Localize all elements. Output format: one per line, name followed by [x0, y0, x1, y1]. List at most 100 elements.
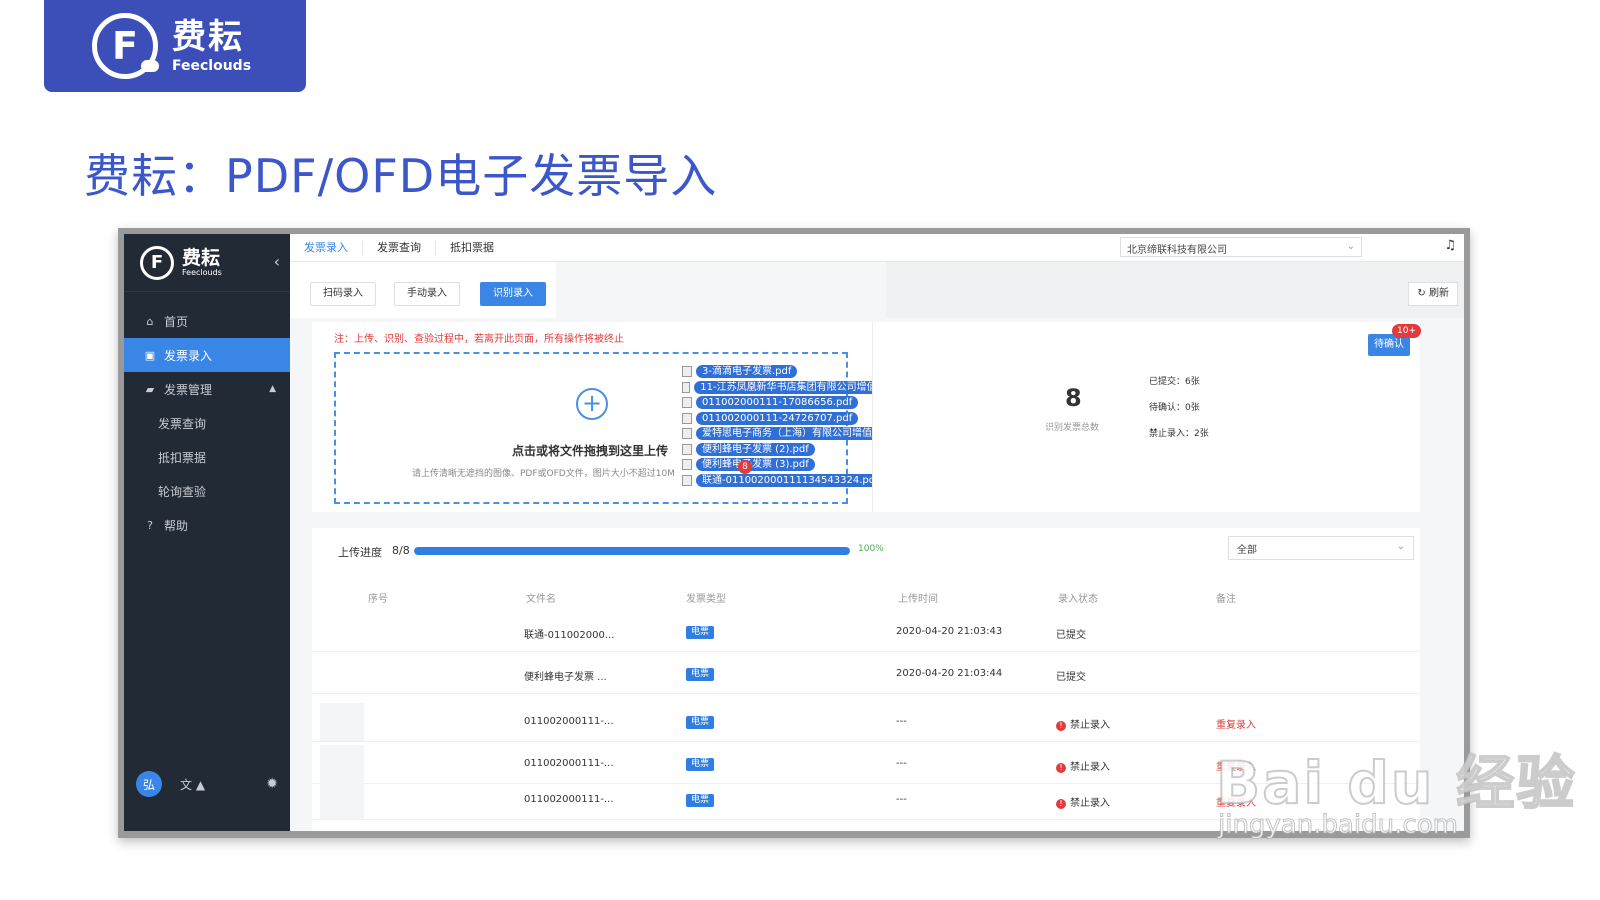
note-cell: 重复录入	[1216, 798, 1256, 809]
file-icon	[682, 474, 692, 486]
dropzone-hint: 请上传清晰无遮挡的图像、PDF或OFD文件，图片大小不超过10M	[412, 469, 675, 479]
file-icon	[682, 459, 692, 471]
sidebar-item-label: 轮询查验	[158, 484, 207, 499]
chevron-down-icon: ⌄	[1396, 541, 1405, 552]
plus-circle-icon: +	[576, 388, 608, 420]
language-switch[interactable]: 文 ▲	[180, 776, 205, 793]
briefcase-icon: ▣	[144, 348, 156, 362]
progress-percent: 100%	[858, 544, 884, 554]
dragged-file-name: 011002000111-17086656.pdf	[696, 396, 859, 410]
sidebar-item-deduction[interactable]: 抵扣票据	[124, 440, 290, 474]
file-name-cell: 011002000111-...	[524, 758, 614, 769]
forbidden-count: 禁止录入：2张	[1149, 429, 1209, 439]
row-index-cell	[320, 781, 364, 819]
table-row[interactable]: 011002000111-... 电票 ---! 禁止录入 重复录入	[312, 702, 1420, 742]
gear-icon[interactable]: ✹	[266, 776, 278, 792]
dropzone-title: 点击或将文件拖拽到这里上传	[512, 444, 669, 458]
submitted-count: 已提交：6张	[1149, 377, 1200, 387]
sidebar-item-label: 首页	[164, 314, 189, 329]
upload-time-cell: ---	[896, 794, 907, 805]
bell-icon[interactable]: ♫	[1444, 238, 1456, 253]
error-icon: !	[1056, 721, 1066, 731]
invoice-type-tag: 电票	[686, 758, 715, 771]
feeclouds-logo-badge: F 费耘 Feeclouds	[44, 0, 306, 92]
file-name-cell: 011002000111-...	[524, 716, 614, 727]
recognize-entry-button[interactable]: 识别录入	[480, 282, 546, 306]
entry-status-cell: 已提交	[1056, 672, 1086, 683]
toolbar-right: ↻ 刷新	[886, 262, 1464, 318]
sidebar: F 费耘 Feeclouds ‹ ⌂ 首页 ▣ 发票录入 ▰ 发票管理 ▲ 发票…	[124, 234, 290, 831]
tab-invoice-query[interactable]: 发票查询	[363, 240, 436, 255]
app-screenshot: F 费耘 Feeclouds ‹ ⌂ 首页 ▣ 发票录入 ▰ 发票管理 ▲ 发票…	[118, 228, 1470, 838]
sidebar-item-invoice-entry[interactable]: ▣ 发票录入	[124, 338, 290, 372]
upload-notice: 注：上传、识别、查验过程中，若离开此页面，所有操作将被终止	[334, 334, 624, 345]
row-index-cell	[320, 703, 364, 741]
invoice-type-tag: 电票	[686, 668, 715, 681]
file-icon	[682, 397, 692, 409]
column-header: 备注	[1216, 594, 1236, 605]
file-icon	[682, 381, 691, 393]
refresh-button[interactable]: ↻ 刷新	[1408, 282, 1458, 306]
upload-time-cell: ---	[896, 758, 907, 769]
tab-invoice-entry[interactable]: 发票录入	[290, 240, 363, 255]
upload-time-cell: 2020-04-20 21:03:43	[896, 626, 1003, 637]
entry-status-cell: 已提交	[1056, 630, 1086, 641]
table-row[interactable]: 联通-011002000... 电票 2020-04-20 21:03:43 已提交	[312, 612, 1420, 652]
note-cell: 重复录入	[1216, 762, 1256, 773]
file-icon	[682, 443, 692, 455]
scan-entry-button[interactable]: 扫码录入	[310, 282, 376, 306]
sidebar-item-help[interactable]: ? 帮助	[124, 508, 290, 542]
folder-icon: ▰	[145, 382, 155, 396]
total-invoices-label: 识别发票总数	[1045, 423, 1100, 433]
tab-deduction[interactable]: 抵扣票据	[436, 241, 508, 255]
file-icon	[682, 366, 692, 378]
home-icon: ⌂	[146, 314, 154, 328]
logo-en-text: Feeclouds	[172, 58, 252, 74]
sidebar-item-invoice-management[interactable]: ▰ 发票管理 ▲	[124, 372, 290, 406]
table-row[interactable]: 便利蜂电子发票 ... 电票 2020-04-20 21:03:44 已提交	[312, 654, 1420, 694]
filter-selected-value: 全部	[1237, 545, 1257, 556]
sidebar-item-polling-check[interactable]: 轮询查验	[124, 474, 290, 508]
column-header: 文件名	[526, 594, 556, 605]
error-icon: !	[1056, 799, 1066, 809]
dragged-file-name: 便利蜂电子发票 (3).pdf	[696, 458, 815, 472]
company-select[interactable]: 北京缔联科技有限公司 ⌄	[1120, 237, 1362, 257]
table-row[interactable]: 011002000111-... 电票 ---! 禁止录入 重复录入	[312, 744, 1420, 784]
upload-panel: 注：上传、识别、查验过程中，若离开此页面，所有操作将被终止 + 点击或将文件拖拽…	[312, 322, 972, 512]
file-name-cell: 便利蜂电子发票 ...	[524, 672, 607, 683]
upload-list-panel: 上传进度 8/8 100% 全部 ⌄ 序号 文件名 发票类型 上传时间 录入状态…	[312, 528, 1420, 831]
status-filter-select[interactable]: 全部 ⌄	[1228, 536, 1414, 560]
entry-status-cell: 禁止录入	[1070, 720, 1110, 731]
upload-time-cell: ---	[896, 716, 907, 727]
entry-status-cell: 禁止录入	[1070, 798, 1110, 809]
sidebar-item-home[interactable]: ⌂ 首页	[124, 304, 290, 338]
pending-count: 待确认：0张	[1149, 403, 1200, 413]
error-icon: !	[1056, 763, 1066, 773]
upload-time-cell: 2020-04-20 21:03:44	[896, 668, 1003, 679]
sidebar-logo: F 费耘 Feeclouds	[124, 234, 290, 292]
file-icon	[682, 412, 692, 424]
invoice-type-tag: 电票	[686, 626, 715, 639]
sidebar-brand-en: Feeclouds	[182, 268, 222, 277]
column-header: 上传时间	[898, 594, 938, 605]
note-cell: 重复录入	[1216, 720, 1256, 731]
pending-badge: 10+	[1392, 324, 1421, 338]
collapse-chevron-icon[interactable]: ‹	[274, 252, 280, 271]
sidebar-brand-cn: 费耘	[182, 247, 221, 269]
entry-mode-toolbar: 扫码录入 手动录入 识别录入	[290, 262, 556, 318]
file-name-cell: 011002000111-...	[524, 794, 614, 805]
file-dropzone[interactable]: + 点击或将文件拖拽到这里上传 请上传清晰无遮挡的图像、PDF或OFD文件，图片…	[334, 352, 972, 504]
invoice-type-tag: 电票	[686, 716, 715, 729]
progress-bar-fill	[414, 547, 850, 555]
sidebar-item-invoice-query[interactable]: 发票查询	[124, 406, 290, 440]
sidebar-item-label: 发票查询	[158, 416, 207, 431]
avatar[interactable]: 弘	[136, 771, 162, 797]
table-row[interactable]: 011002000111-... 电票 ---! 禁止录入 重复录入	[312, 780, 1420, 820]
manual-entry-button[interactable]: 手动录入	[394, 282, 460, 306]
refresh-label: 刷新	[1429, 288, 1449, 299]
column-header: 序号	[368, 594, 388, 605]
dragged-file-name: 联通-011002000111134543324.pdf	[696, 473, 885, 487]
feeclouds-logo-icon: F	[92, 13, 159, 79]
file-name-cell: 联通-011002000...	[524, 630, 615, 641]
entry-status-cell: 禁止录入	[1070, 762, 1110, 773]
